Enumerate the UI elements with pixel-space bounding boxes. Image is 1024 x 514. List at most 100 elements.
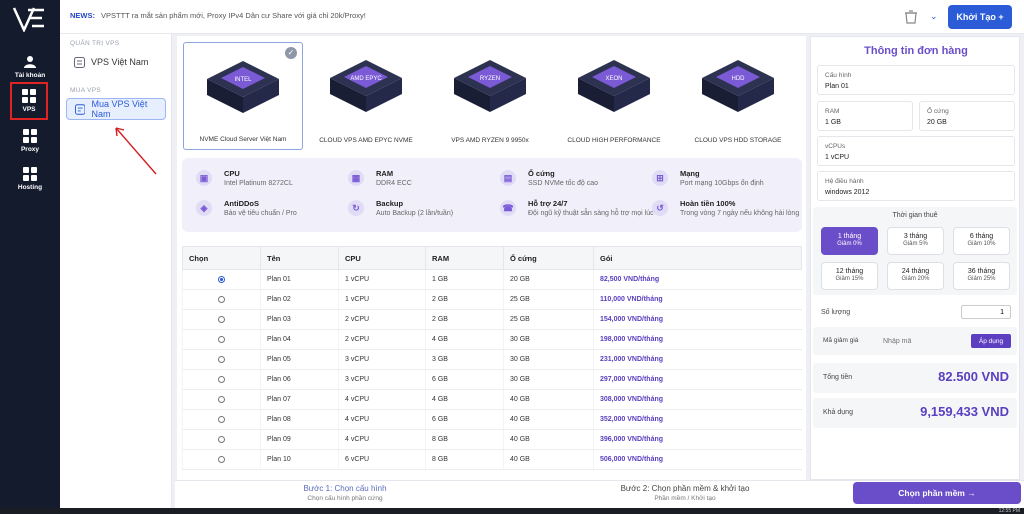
select-cell[interactable] [182,309,261,330]
rail-proxy[interactable]: Proxy [0,122,60,160]
plan-chip-label: AMD EPYC [350,76,382,82]
select-cell[interactable] [182,409,261,430]
plan-selector: ✓ INTEL NVME Cloud Server Việt Nam AMD E… [181,42,801,150]
radio-button[interactable] [218,435,225,443]
section-label: QUẢN TRỊ VPS [70,40,120,47]
main-content: ✓ INTEL NVME Cloud Server Việt Nam AMD E… [177,36,806,480]
submenu-item-buy-vps[interactable]: Mua VPS Việt Nam [66,98,166,120]
disk-value: 20 GB [927,119,947,126]
ram-label: RAM [825,108,840,115]
period-option[interactable]: 12 tháng Giảm 15% [821,262,878,290]
select-cell[interactable] [182,429,261,450]
table-header-row: Chọn Tên CPU RAM Ổ cứng Gói [182,246,802,270]
spec-item: ◈ AntiDDoS Bảo vệ tiêu chuẩn / Pro [196,198,346,228]
plan-name-cell: Plan 06 [260,369,339,390]
period-title: Thời gian thuê [892,212,938,219]
chevron-down-icon[interactable]: ⌄ [930,11,938,22]
select-cell[interactable] [182,349,261,370]
period-option[interactable]: 6 tháng Giảm 10% [953,227,1010,255]
col-header: Chọn [182,246,261,270]
bucket-icon[interactable] [903,9,919,25]
table-row[interactable]: Plan 03 2 vCPU 2 GB 25 GB 154,000 VND/tháng [182,309,802,330]
period-label: 6 tháng [969,233,994,240]
radio-button[interactable] [218,355,225,363]
rail-vps[interactable]: VPS [10,82,48,120]
create-button[interactable]: Khởi Tạo + [948,5,1012,29]
radio-button[interactable] [218,295,225,303]
plan-name-cell: Plan 07 [260,389,339,410]
cpu-icon: ▣ [196,170,212,186]
spec-title: Ổ cứng [528,169,555,178]
table-row[interactable]: Plan 07 4 vCPU 4 GB 40 GB 308,000 VND/tháng [182,389,802,410]
spec-title: Hoàn tiền 100% [680,199,736,208]
rental-period: Thời gian thuê 1 tháng Giảm 0% 3 tháng Giả… [813,207,1017,295]
plan-card[interactable]: XEON CLOUD HIGH PERFORMANCE [554,42,674,150]
radio-button[interactable] [218,455,225,463]
period-option[interactable]: 36 tháng Giảm 25% [953,262,1010,290]
network-icon: ⊞ [652,170,668,186]
period-discount: Giảm 20% [901,276,930,282]
table-row[interactable]: Plan 04 2 vCPU 4 GB 30 GB 198,000 VND/tháng [182,329,802,350]
radio-button[interactable] [218,335,225,343]
disk-cell: 25 GB [503,309,594,330]
plan-card[interactable]: RYZEN VPS AMD RYZEN 9 9950x [430,42,550,150]
period-discount: Giảm 25% [967,276,996,282]
disk-cell: 40 GB [503,409,594,430]
next-step-button[interactable]: Chọn phần mềm → [853,482,1021,504]
table-row[interactable]: Plan 01 1 vCPU 1 GB 20 GB 82,500 VND/tháng [182,269,802,290]
radio-button[interactable] [218,315,225,323]
select-cell[interactable] [182,289,261,310]
period-option[interactable]: 24 tháng Giảm 20% [887,262,944,290]
spec-item: ↺ Hoàn tiền 100% Trong vòng 7 ngày nếu khô… [652,198,802,228]
grid-icon [22,89,36,103]
apply-coupon-button[interactable]: Áp dụng [971,334,1011,348]
table-row[interactable]: Plan 02 1 vCPU 2 GB 25 GB 110,000 VND/tháng [182,289,802,310]
coupon-input[interactable] [883,334,963,348]
news-text: VPSTTT ra mắt sản phẩm mới, Proxy IPv4 D… [101,11,366,20]
taskbar: 12:55 PM [0,508,1024,514]
cart-icon [75,103,86,115]
ram-cell: 2 GB [425,309,504,330]
plan-card[interactable]: HDD CLOUD VPS HDD STORAGE [678,42,798,150]
rail-hosting[interactable]: Hosting [0,160,60,198]
select-cell[interactable] [182,369,261,390]
ram-cell: 6 GB [425,369,504,390]
plan-name-cell: Plan 01 [260,269,339,290]
select-cell[interactable] [182,329,261,350]
taskbar-clock: 12:55 PM [998,508,1020,514]
plan-card[interactable]: ✓ INTEL NVME Cloud Server Việt Nam [183,42,303,150]
rail-account[interactable]: Tài khoản [0,48,60,86]
plan-card[interactable]: AMD EPYC CLOUD VPS AMD EPYC NVME [306,42,426,150]
ram-cell: 8 GB [425,449,504,470]
period-option[interactable]: 1 tháng Giảm 0% [821,227,878,255]
table-row[interactable]: Plan 06 3 vCPU 6 GB 30 GB 297,000 VND/tháng [182,369,802,390]
select-cell[interactable] [182,269,261,290]
plan-name-cell: Plan 04 [260,329,339,350]
submenu-item-vps-vn[interactable]: VPS Việt Nam [66,51,166,73]
grid-icon [23,167,37,181]
total-label: Tổng tiền [823,374,853,381]
table-row[interactable]: Plan 09 4 vCPU 8 GB 40 GB 396,000 VND/tháng [182,429,802,450]
radio-button[interactable] [218,375,225,383]
step-2[interactable]: Bước 2: Chọn phần mềm & khởi tạo Phần mề… [515,484,855,502]
step-1[interactable]: Bước 1: Chọn cấu hình Chọn cấu hình phần… [175,484,515,502]
price-cell: 352,000 VND/tháng [593,409,802,430]
spec-desc: Bảo vệ tiêu chuẩn / Pro [224,210,297,217]
plan-name-cell: Plan 10 [260,449,339,470]
quantity-input[interactable] [961,305,1011,319]
plan-name: CLOUD HIGH PERFORMANCE [567,137,661,144]
cpu-cell: 4 vCPU [338,409,426,430]
cpu-cell: 3 vCPU [338,349,426,370]
radio-button[interactable] [218,395,225,403]
table-row[interactable]: Plan 10 6 vCPU 8 GB 40 GB 506,000 VND/tháng [182,449,802,470]
radio-button[interactable] [218,415,225,423]
table-row[interactable]: Plan 05 3 vCPU 3 GB 30 GB 231,000 VND/tháng [182,349,802,370]
radio-button[interactable] [218,275,225,283]
table-row[interactable]: Plan 08 4 vCPU 6 GB 40 GB 352,000 VND/tháng [182,409,802,430]
select-cell[interactable] [182,389,261,410]
brand-logo[interactable] [12,6,46,32]
price-cell: 154,000 VND/tháng [593,309,802,330]
select-cell[interactable] [182,449,261,470]
period-option[interactable]: 3 tháng Giảm 5% [887,227,944,255]
cpu-cell: 6 vCPU [338,449,426,470]
